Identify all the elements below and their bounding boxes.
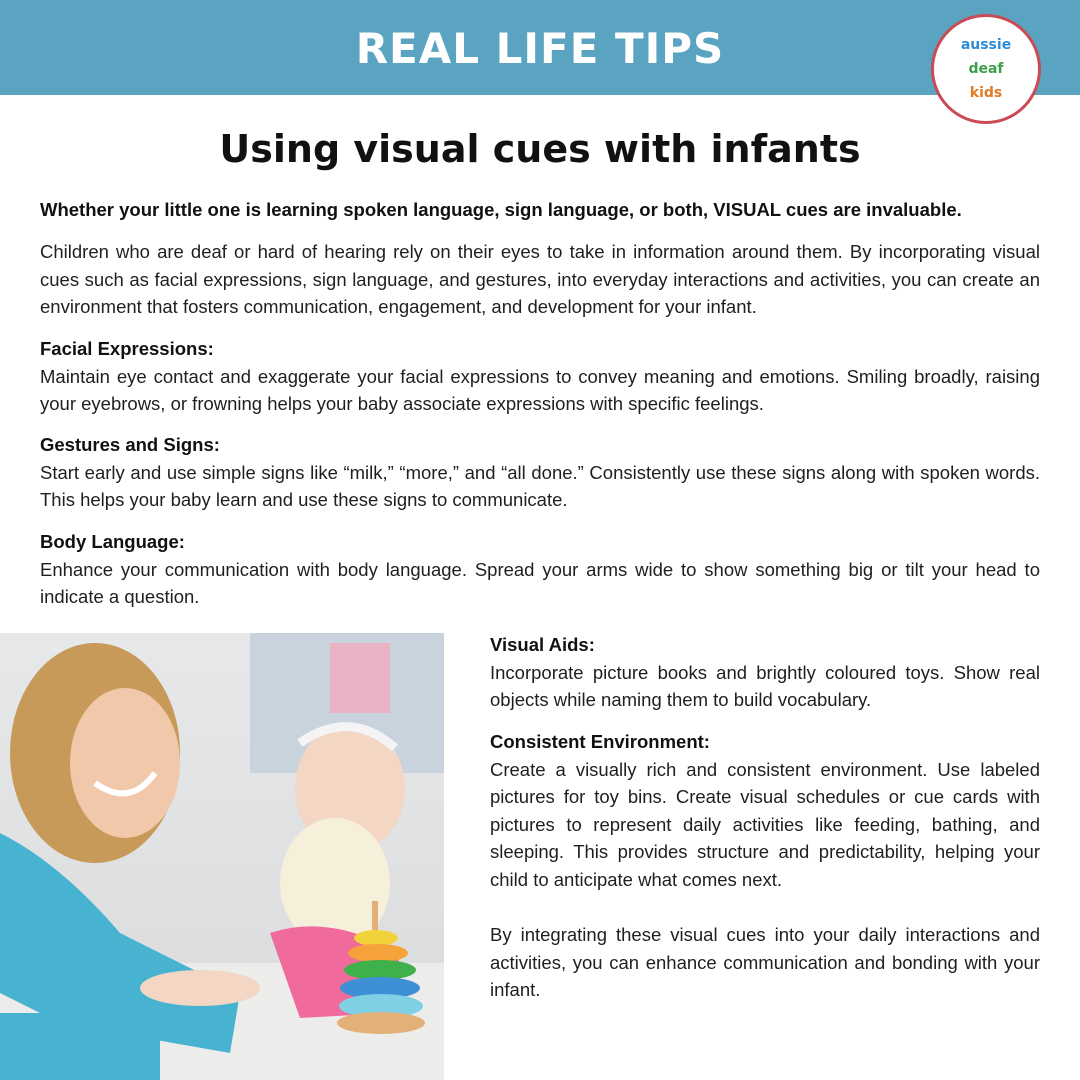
- lead-paragraph: Whether your little one is learning spok…: [40, 199, 962, 220]
- section-title: Gestures and Signs:: [40, 434, 220, 455]
- section-gestures-signs: Gestures and Signs: Start early and use …: [40, 431, 1040, 514]
- section-title: Consistent Environment:: [490, 731, 710, 752]
- logo-line-3: kids: [969, 85, 1003, 101]
- closing-paragraph: By integrating these visual cues into yo…: [490, 924, 1040, 1000]
- banner-title: REAL LIFE TIPS: [355, 24, 725, 73]
- mother-and-baby-photo: [0, 633, 444, 1080]
- intro-paragraph: Children who are deaf or hard of hearing…: [40, 241, 1040, 317]
- section-consistent-environment: Consistent Environment: Create a visuall…: [490, 728, 1040, 893]
- section-body: Enhance your communication with body lan…: [40, 558, 1040, 608]
- section-body-language: Body Language: Enhance your communicatio…: [40, 528, 1040, 611]
- aussie-deaf-kids-logo: aussie deaf kids: [931, 14, 1041, 124]
- page-title: Using visual cues with infants: [219, 127, 861, 171]
- section-title: Facial Expressions:: [40, 338, 214, 359]
- section-title: Body Language:: [40, 531, 185, 552]
- section-body: Incorporate picture books and brightly c…: [490, 661, 1040, 711]
- section-visual-aids: Visual Aids: Incorporate picture books a…: [490, 631, 1040, 714]
- logo-line-2: deaf: [968, 61, 1004, 77]
- section-body: Maintain eye contact and exaggerate your…: [40, 365, 1040, 415]
- section-body: Start early and use simple signs like “m…: [40, 461, 1040, 511]
- section-title: Visual Aids:: [490, 634, 595, 655]
- logo-line-1: aussie: [960, 37, 1012, 53]
- section-facial-expressions: Facial Expressions: Maintain eye contact…: [40, 335, 1040, 418]
- section-body: Create a visually rich and consistent en…: [490, 758, 1040, 890]
